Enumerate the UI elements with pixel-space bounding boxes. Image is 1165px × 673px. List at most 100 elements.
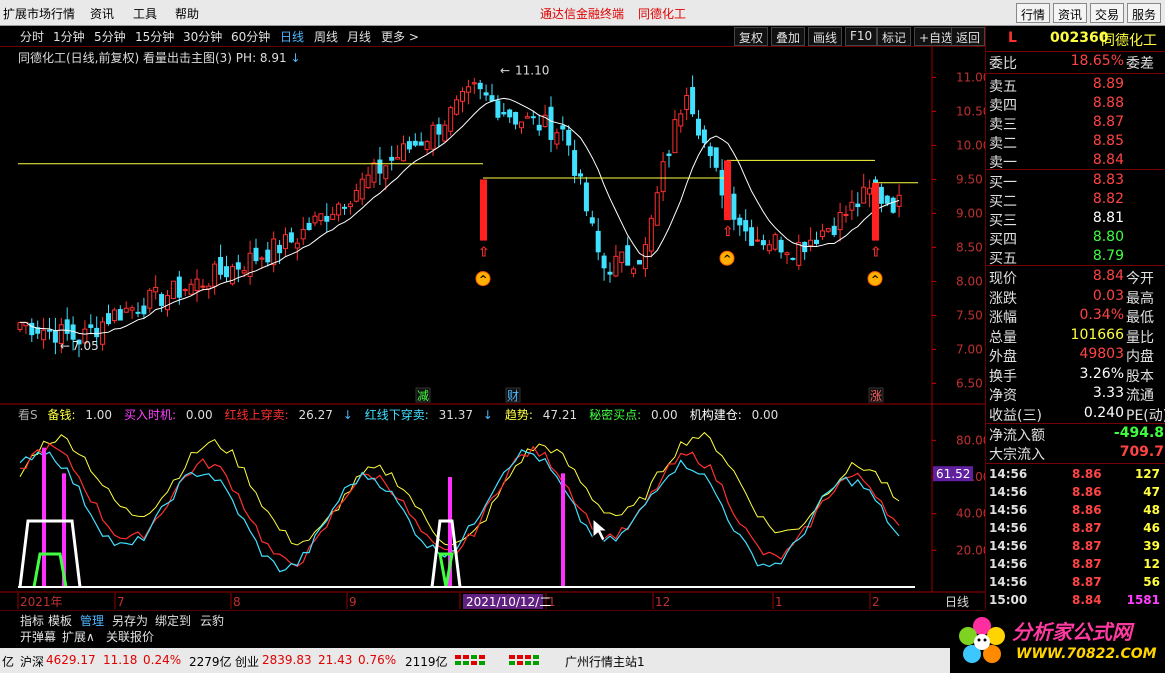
cy-value: 2839.83 (262, 653, 312, 667)
stock-code: 002360 (1050, 30, 1109, 46)
candle-body (300, 229, 306, 240)
period-tick[interactable]: 分时 (20, 28, 44, 45)
stat-row[interactable]: 外盘 49803 内盘 (986, 346, 1165, 365)
price-chart[interactable]: 11.0010.5010.009.509.008.508.007.507.006… (0, 47, 985, 612)
stat-row[interactable]: 现价 8.84 今开 (986, 268, 1165, 287)
candle-body (890, 197, 896, 213)
candle-body (554, 132, 560, 145)
stock-title: 同德化工 (638, 7, 687, 21)
stat-row-value: 8.84 (1092, 268, 1124, 284)
stat-row-label2: 今开 (1126, 271, 1154, 287)
candle-body (778, 239, 784, 253)
period-5min[interactable]: 5分钟 (94, 28, 126, 45)
trade-button[interactable]: 交易 (1090, 3, 1125, 23)
indicator-value: 0.00 (751, 408, 779, 422)
indicator-legend: 看S 备钱: 1.00 买入时机: 0.00 红线上穿卖: 26.27 ↓ 红线下穿卖… (18, 406, 790, 423)
quote-button[interactable]: 行情 (1016, 3, 1051, 23)
flow-row: 净流入额 -494.8 (986, 425, 1165, 444)
draw-button[interactable]: 画线 (808, 27, 843, 46)
candle-body (867, 187, 873, 195)
period-more[interactable]: 更多 > (381, 28, 419, 45)
tick-time: 14:56 (989, 503, 1028, 517)
stat-row[interactable]: 收益(三) 0.240 PE(动) (986, 405, 1165, 424)
candle-body (395, 157, 401, 160)
news-button[interactable]: 资讯 (1053, 3, 1088, 23)
candle-body (884, 195, 890, 204)
buy-level-2[interactable]: 买二 8.82 (986, 191, 1165, 210)
period-weekly[interactable]: 周线 (314, 28, 338, 45)
stat-row[interactable]: 涨幅 0.34% 最低 (986, 307, 1165, 326)
stat-row[interactable]: 涨跌 0.03 最高 (986, 288, 1165, 307)
stat-row[interactable]: 净资 3.33 流通 (986, 385, 1165, 404)
candle-body (336, 203, 342, 216)
candle-body (513, 112, 519, 125)
stat-row-label2: 流通 (1126, 388, 1154, 404)
stat-row[interactable]: 总量 101666 量比 (986, 327, 1165, 346)
sell-level-3[interactable]: 卖三 8.87 (986, 114, 1165, 133)
period-1min[interactable]: 1分钟 (53, 28, 85, 45)
candle-body (418, 141, 424, 146)
tab-related-quote[interactable]: 关联报价 (106, 628, 154, 645)
candle-body (749, 227, 755, 246)
menu-help[interactable]: 帮助 (175, 5, 199, 22)
cy-label[interactable]: 创业 (235, 653, 259, 670)
indicator-value: 1.00 (85, 408, 113, 422)
sell-level-2[interactable]: 卖二 8.85 (986, 133, 1165, 152)
buy-level-4[interactable]: 买四 8.80 (986, 229, 1165, 248)
tick-price: 8.84 (1072, 593, 1102, 607)
candle-body (583, 182, 589, 212)
server-name[interactable]: 广州行情主站1 (565, 653, 645, 670)
candle-body (306, 222, 312, 231)
menu-info[interactable]: 资讯 (90, 5, 114, 22)
tick-row: 14:56 8.87 39 (986, 539, 1165, 557)
candle-body (165, 295, 170, 311)
adjust-button[interactable]: 复权 (734, 27, 769, 46)
chart-area[interactable]: 11.0010.5010.009.509.008.508.007.507.006… (0, 47, 985, 612)
period-daily[interactable]: 日线 (280, 28, 304, 45)
mark-button[interactable]: 标记 (877, 27, 912, 46)
buy-level-3[interactable]: 买三 8.81 (986, 210, 1165, 229)
candle-body (224, 266, 229, 278)
date-label: 2021年 (20, 595, 63, 609)
period-monthly[interactable]: 月线 (347, 28, 371, 45)
period-60min[interactable]: 60分钟 (231, 28, 270, 45)
candle-body (153, 286, 159, 293)
menu-tools[interactable]: 工具 (133, 5, 157, 22)
candle-body (194, 278, 200, 292)
mouse-cursor-icon (592, 517, 609, 542)
candle-body (678, 113, 684, 127)
tick-volume: 39 (1143, 539, 1160, 553)
service-button[interactable]: 服务 (1127, 3, 1162, 23)
candle-body (631, 268, 637, 274)
stat-row[interactable]: 换手 3.26% 股本 (986, 366, 1165, 385)
date-label: 9 (349, 595, 357, 609)
tick-row: 14:56 8.87 46 (986, 521, 1165, 539)
indicator-label: 机构建仓: (689, 408, 742, 422)
menu-ext-market[interactable]: 扩展市场行情 (3, 5, 75, 22)
sell-level-5[interactable]: 卖五 8.89 (986, 76, 1165, 95)
stat-row-label2: 内盘 (1126, 349, 1154, 365)
candle-body (831, 225, 837, 236)
candle-body (808, 239, 814, 247)
tab-danmaku[interactable]: 开弹幕 (20, 628, 56, 645)
candle-body (843, 213, 849, 216)
signal-bar (480, 179, 487, 241)
candle-body (253, 247, 259, 262)
f10-button[interactable]: F10 (845, 27, 878, 46)
candle-body (117, 309, 123, 321)
overlay-button[interactable]: 叠加 (771, 27, 806, 46)
extra-tabs: 开弹幕 扩展∧ 关联报价 (0, 627, 985, 644)
indicator-item: 买入时机: 0.00 (124, 408, 219, 422)
candle-body (460, 91, 465, 102)
stat-row-value: 101666 (1070, 326, 1124, 343)
sell-level-4[interactable]: 卖四 8.88 (986, 95, 1165, 114)
tab-expand[interactable]: 扩展∧ (62, 628, 95, 645)
back-button[interactable]: 返回 (951, 27, 985, 46)
candle-body (294, 242, 300, 249)
sh-label[interactable]: 沪深 (20, 653, 44, 670)
tick-row: 14:56 8.87 56 (986, 575, 1165, 593)
buy-level-1[interactable]: 买一 8.83 (986, 172, 1165, 191)
period-15min[interactable]: 15分钟 (135, 28, 174, 45)
candle-body (648, 217, 654, 252)
period-30min[interactable]: 30分钟 (183, 28, 222, 45)
